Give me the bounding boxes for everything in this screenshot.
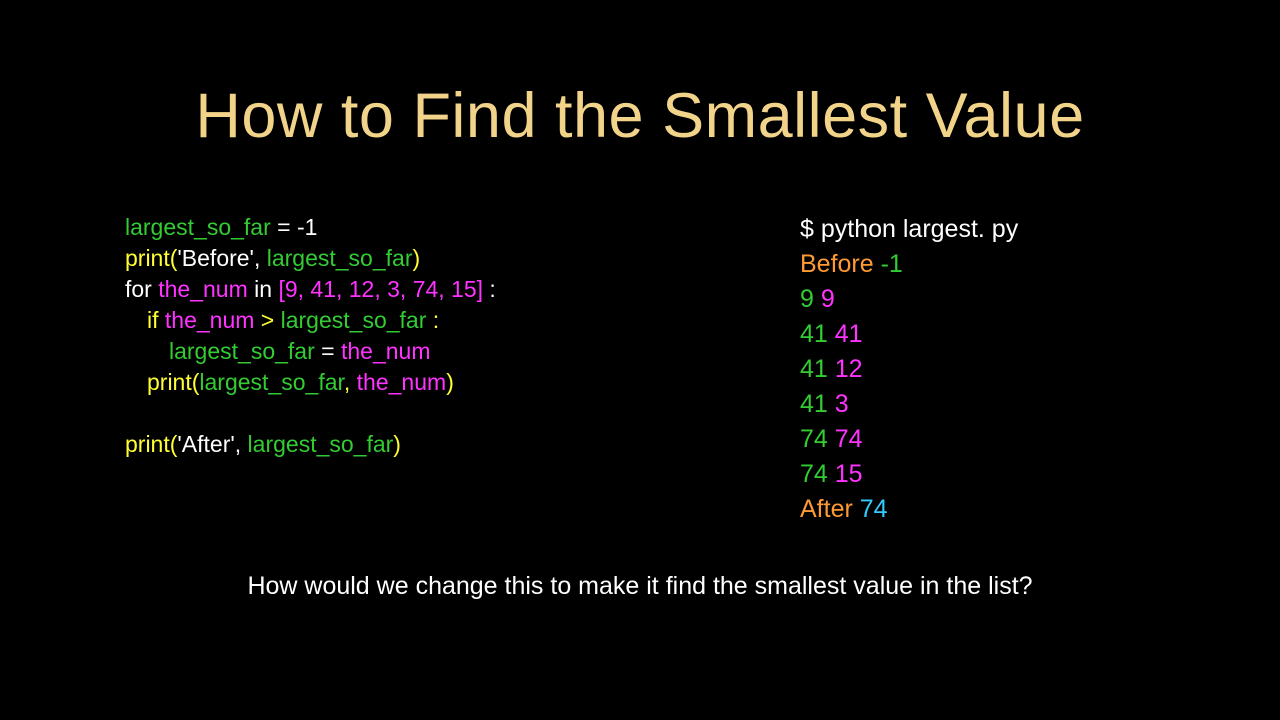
code-line: largest_so_far = -1 (125, 212, 685, 243)
val: 41 (800, 320, 828, 348)
text: : (483, 276, 496, 302)
val: 74 (800, 425, 828, 453)
func: print( (147, 369, 199, 395)
var: largest_so_far (267, 245, 413, 271)
var: largest_so_far (199, 369, 343, 395)
val: 41 (800, 390, 828, 418)
code-line: print(largest_so_far, the_num) (125, 367, 685, 398)
kw: if (147, 307, 165, 333)
func: ) (412, 245, 420, 271)
var: largest_so_far (125, 214, 271, 240)
val: 74 (828, 425, 863, 453)
slide: How to Find the Smallest Value largest_s… (0, 0, 1280, 720)
output-line: 41 41 (800, 317, 1018, 352)
output-line: After 74 (800, 492, 1018, 527)
var: the_num (158, 276, 248, 302)
output-line: 74 15 (800, 457, 1018, 492)
list: [9, 41, 12, 3, 74, 15] (278, 276, 483, 302)
val: 12 (828, 355, 863, 383)
output-line: Before -1 (800, 247, 1018, 282)
val: 41 (800, 355, 828, 383)
var: the_num (357, 369, 447, 395)
code-line: if the_num > largest_so_far : (125, 305, 685, 336)
value: 74 (860, 495, 888, 523)
text: 'Before' (177, 245, 254, 271)
label: After (800, 495, 860, 523)
text: , (344, 369, 357, 395)
output-line: 74 74 (800, 422, 1018, 457)
code-blank (125, 398, 685, 429)
op: = (315, 338, 341, 364)
val: 74 (800, 460, 828, 488)
var: largest_so_far (248, 431, 394, 457)
text: 'After' (177, 431, 234, 457)
slide-title: How to Find the Smallest Value (0, 0, 1280, 152)
code-block: largest_so_far = -1 print('Before', larg… (125, 212, 685, 527)
output-cmd: $ python largest. py (800, 212, 1018, 247)
var: largest_so_far (169, 338, 315, 364)
func: print( (125, 431, 177, 457)
kw: for (125, 276, 158, 302)
func: ) (393, 431, 401, 457)
val: 15 (828, 460, 863, 488)
code-line: for the_num in [9, 41, 12, 3, 74, 15] : (125, 274, 685, 305)
val: 3 (828, 390, 849, 418)
text: , (235, 431, 248, 457)
text: : (426, 307, 439, 333)
code-line: print('After', largest_so_far) (125, 429, 685, 460)
footer-text: How would we change this to make it find… (0, 572, 1280, 601)
code-line: print('Before', largest_so_far) (125, 243, 685, 274)
text: , (254, 245, 267, 271)
func: ) (446, 369, 454, 395)
func: print( (125, 245, 177, 271)
value: -1 (881, 250, 903, 278)
slide-content: largest_so_far = -1 print('Before', larg… (0, 212, 1280, 527)
val: 9 (814, 285, 835, 313)
kw: in (248, 276, 279, 302)
var: largest_so_far (281, 307, 427, 333)
label: Before (800, 250, 881, 278)
output-line: 9 9 (800, 282, 1018, 317)
op: > (254, 307, 280, 333)
output-block: $ python largest. py Before -1 9 9 41 41… (800, 212, 1018, 527)
val: 9 (800, 285, 814, 313)
var: the_num (165, 307, 255, 333)
text: = -1 (271, 214, 318, 240)
code-line: largest_so_far = the_num (125, 336, 685, 367)
var: the_num (341, 338, 431, 364)
output-line: 41 12 (800, 352, 1018, 387)
output-line: 41 3 (800, 387, 1018, 422)
val: 41 (828, 320, 863, 348)
